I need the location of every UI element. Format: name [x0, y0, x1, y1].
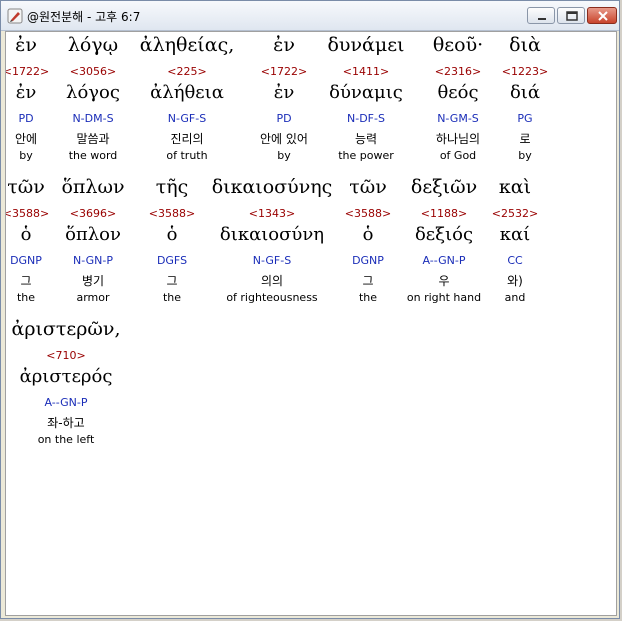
close-icon: [598, 11, 608, 21]
word-english: on the left: [37, 433, 95, 446]
title-bar[interactable]: @원전분해 - 고후 6:7: [1, 1, 619, 31]
word-entry[interactable]: ἀριστερῶν, <710> ἀριστερός A--GN-P 좌-하고 on th…: [6, 316, 131, 456]
word-morph: A--GN-P: [44, 396, 88, 409]
word-korean: 와): [507, 274, 523, 288]
analysis-pane[interactable]: ἐν <1722> ἐν PD 안에 by λόγῳ <3056> λόγος N-DM-S 말씀과…: [5, 31, 617, 616]
minimize-icon: [538, 18, 546, 20]
word-greek: διὰ: [509, 34, 541, 56]
word-lemma: καί: [499, 224, 531, 245]
word-morph: PG: [517, 112, 533, 125]
word-entry[interactable]: καὶ <2532> καί CC 와) and: [450, 174, 580, 314]
word-korean: 좌-하고: [47, 416, 85, 430]
word-english: by: [518, 149, 532, 162]
word-greek: καὶ: [498, 176, 532, 198]
close-button[interactable]: [587, 7, 617, 24]
word-korean: 로: [519, 132, 531, 146]
word-english: and: [504, 291, 526, 304]
word-entry[interactable]: διὰ <1223> διά PG 로 by: [460, 32, 590, 172]
word-strong[interactable]: <1223>: [460, 65, 590, 78]
word-strong[interactable]: <2532>: [450, 207, 580, 220]
word-morph: CC: [507, 254, 523, 267]
word-lemma: διά: [509, 82, 541, 103]
word-strong[interactable]: <710>: [6, 349, 131, 362]
pen-icon[interactable]: [7, 8, 23, 24]
minimize-button[interactable]: [527, 7, 555, 24]
maximize-button[interactable]: [557, 7, 585, 24]
maximize-icon: [566, 11, 578, 21]
window-title: @원전분해 - 고후 6:7: [27, 10, 141, 24]
word-lemma: ἀριστερός: [19, 366, 113, 387]
app-window: @원전분해 - 고후 6:7 ἐν <1722> ἐν PD 안에 by λόγῳ <3056…: [0, 0, 620, 619]
word-greek: ἀριστερῶν,: [11, 318, 121, 340]
